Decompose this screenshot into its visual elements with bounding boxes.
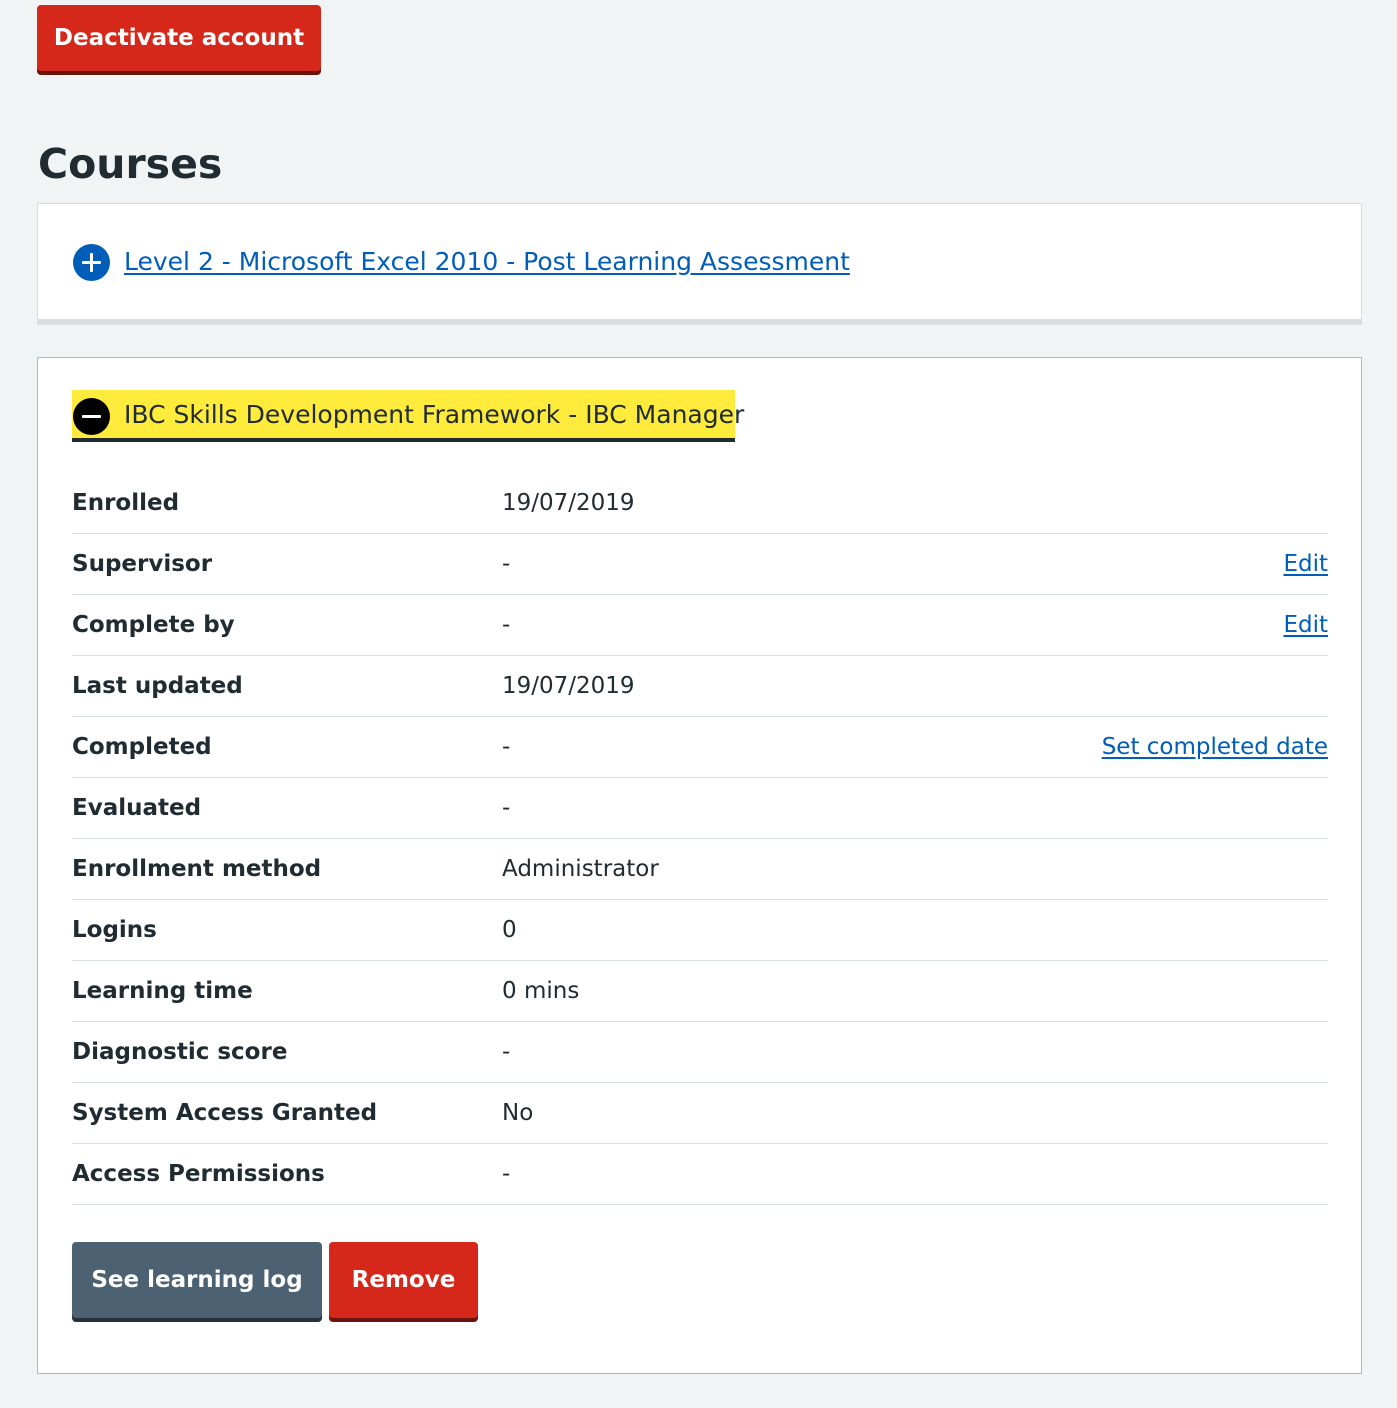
remove-button[interactable]: Remove: [329, 1242, 478, 1318]
detail-value: -: [502, 612, 511, 638]
detail-label: Completed: [72, 734, 212, 760]
detail-label: Logins: [72, 917, 157, 943]
detail-row-evaluated: Evaluated -: [72, 778, 1328, 839]
detail-value: -: [502, 551, 511, 577]
detail-value: -: [502, 1161, 511, 1187]
detail-row-completed: Completed - Set completed date: [72, 717, 1328, 778]
detail-label: Diagnostic score: [72, 1039, 288, 1065]
detail-row-enrollment-method: Enrollment method Administrator: [72, 839, 1328, 900]
course-card-expanded: IBC Skills Development Framework - IBC M…: [37, 357, 1362, 1374]
plus-circle-icon[interactable]: [73, 244, 110, 281]
detail-value: 0 mins: [502, 978, 580, 1004]
detail-value: -: [502, 795, 511, 821]
detail-row-diagnostic-score: Diagnostic score -: [72, 1022, 1328, 1083]
detail-value: 0: [502, 917, 517, 943]
detail-label: Complete by: [72, 612, 235, 638]
detail-value: Administrator: [502, 856, 659, 882]
detail-label: System Access Granted: [72, 1100, 378, 1126]
detail-row-logins: Logins 0: [72, 900, 1328, 961]
detail-row-learning-time: Learning time 0 mins: [72, 961, 1328, 1022]
detail-label: Enrollment method: [72, 856, 322, 882]
detail-label: Last updated: [72, 673, 243, 699]
detail-row-supervisor: Supervisor - Edit: [72, 534, 1328, 595]
course-details-list: Enrolled 19/07/2019 Supervisor - Edit Co…: [72, 473, 1328, 1205]
detail-row-access-permissions: Access Permissions -: [72, 1144, 1328, 1205]
edit-supervisor-link[interactable]: Edit: [1283, 549, 1328, 579]
course-toggle-link[interactable]: Level 2 - Microsoft Excel 2010 - Post Le…: [124, 245, 850, 279]
detail-row-last-updated: Last updated 19/07/2019: [72, 656, 1328, 717]
detail-row-complete-by: Complete by - Edit: [72, 595, 1328, 656]
deactivate-account-button[interactable]: Deactivate account: [37, 5, 321, 71]
detail-row-enrolled: Enrolled 19/07/2019: [72, 473, 1328, 534]
course-toggle-header[interactable]: IBC Skills Development Framework - IBC M…: [72, 390, 744, 442]
set-completed-date-link[interactable]: Set completed date: [1102, 732, 1328, 762]
see-learning-log-button[interactable]: See learning log: [72, 1242, 322, 1318]
detail-value: 19/07/2019: [502, 673, 635, 699]
course-title[interactable]: IBC Skills Development Framework - IBC M…: [124, 398, 744, 432]
courses-heading: Courses: [38, 140, 223, 188]
detail-value: -: [502, 734, 511, 760]
detail-value: No: [502, 1100, 534, 1126]
detail-row-system-access: System Access Granted No: [72, 1083, 1328, 1144]
detail-label: Evaluated: [72, 795, 202, 821]
detail-label: Learning time: [72, 978, 253, 1004]
detail-label: Access Permissions: [72, 1161, 325, 1187]
detail-value: 19/07/2019: [502, 490, 635, 516]
detail-label: Supervisor: [72, 551, 213, 577]
course-card-collapsed: Level 2 - Microsoft Excel 2010 - Post Le…: [37, 203, 1362, 320]
detail-value: -: [502, 1039, 511, 1065]
detail-label: Enrolled: [72, 490, 180, 516]
minus-circle-icon[interactable]: [73, 398, 110, 435]
edit-complete-by-link[interactable]: Edit: [1283, 610, 1328, 640]
